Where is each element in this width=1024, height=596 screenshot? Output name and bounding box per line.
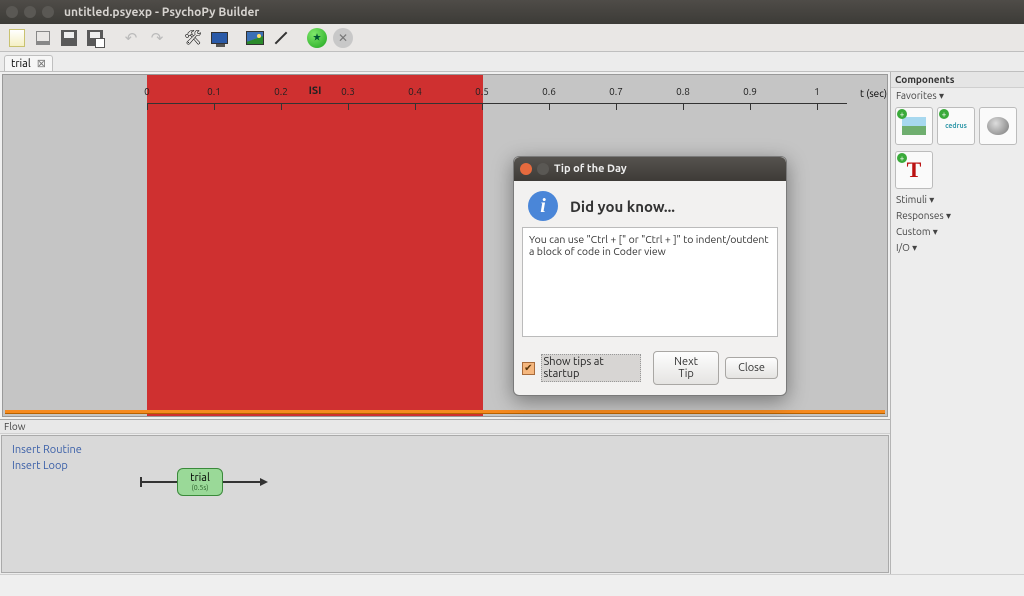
timeline-tick-label: 0.9 (743, 86, 757, 97)
timeline-tick-label: 0.3 (341, 86, 355, 97)
window-maximize-button[interactable] (42, 6, 54, 18)
dialog-body-text: You can use "Ctrl + [" or "Ctrl + ]" to … (522, 227, 778, 337)
main-toolbar: ↶ ↷ 🛠 ⭑ ✕ (0, 24, 1024, 52)
add-badge-icon: + (939, 109, 949, 119)
dialog-heading: Did you know... (570, 198, 675, 215)
dialog-minimize-button[interactable] (537, 163, 549, 175)
redo-button[interactable]: ↷ (146, 27, 168, 49)
monitor-center-button[interactable] (208, 27, 230, 49)
timeline-tick-label: 0.4 (408, 86, 422, 97)
stimuli-section-label[interactable]: Stimuli ▾ (891, 192, 1024, 208)
flow-node-label: trial (190, 472, 210, 484)
timeline-tick (683, 104, 684, 110)
timeline-tick-label: 1 (814, 86, 820, 97)
component-cedrus[interactable]: + cedrus (937, 107, 975, 145)
timeline-tick (549, 104, 550, 110)
preferences-button[interactable]: 🛠 (182, 27, 204, 49)
io-section-label[interactable]: I/O ▾ (891, 240, 1024, 256)
timeline-tick-label: 0.8 (676, 86, 690, 97)
undo-button[interactable]: ↶ (120, 27, 142, 49)
save-as-button[interactable] (84, 27, 106, 49)
timeline-tick-label: 0.5 (475, 86, 489, 97)
text-component-icon: T (907, 157, 922, 183)
info-icon: i (528, 191, 558, 221)
timeline-tick (482, 104, 483, 110)
favorites-section-label[interactable]: Favorites ▾ (891, 88, 1024, 104)
run-icon: ⭑ (307, 28, 327, 48)
dialog-close-titlebar-button[interactable] (520, 163, 532, 175)
close-button[interactable]: Close (725, 357, 778, 379)
stop-button[interactable]: ✕ (332, 27, 354, 49)
stop-icon: ✕ (333, 28, 353, 48)
tab-close-icon[interactable]: ⊠ (37, 57, 46, 70)
insert-loop-link[interactable]: Insert Loop (12, 460, 68, 472)
routine-tabs: trial ⊠ (0, 52, 1024, 72)
add-badge-icon: + (897, 109, 907, 119)
flow-node-trial[interactable]: trial (0.5s) (177, 468, 223, 496)
timeline-tick-label: 0 (144, 86, 150, 97)
routine-scrollbar[interactable] (5, 410, 885, 414)
window-close-button[interactable] (6, 6, 18, 18)
timeline-axis: t (sec) 00.10.20.30.40.50.60.70.80.91 (147, 103, 847, 127)
flow-node-duration: (0.5s) (192, 484, 209, 492)
timeline-unit-label: t (sec) (860, 88, 887, 99)
components-header: Components (891, 72, 1024, 88)
edit-image-button[interactable] (244, 27, 266, 49)
save-button[interactable] (58, 27, 80, 49)
components-panel: Components Favorites ▾ + +cedrus +T Stim… (890, 72, 1024, 574)
tip-of-the-day-dialog: Tip of the Day i Did you know... You can… (513, 156, 787, 396)
timeline-tick-label: 0.6 (542, 86, 556, 97)
show-tips-checkbox[interactable]: ✔ (522, 362, 535, 375)
timeline-tick (817, 104, 818, 110)
window-titlebar: untitled.psyexp - PsychoPy Builder (0, 0, 1024, 24)
save-as-icon (87, 30, 103, 46)
timeline-tick (616, 104, 617, 110)
custom-section-label[interactable]: Custom ▾ (891, 224, 1024, 240)
undo-icon: ↶ (125, 29, 138, 47)
timeline-tick-label: 0.7 (609, 86, 623, 97)
timeline-tick (147, 104, 148, 110)
component-image[interactable]: + (895, 107, 933, 145)
redo-icon: ↷ (151, 29, 164, 47)
timeline-tick (348, 104, 349, 110)
open-button[interactable] (32, 27, 54, 49)
tab-label: trial (11, 58, 31, 70)
timeline-tick (750, 104, 751, 110)
timeline-tick (415, 104, 416, 110)
dialog-title: Tip of the Day (554, 163, 627, 175)
monitor-icon (211, 32, 228, 44)
image-component-icon (902, 117, 926, 135)
isi-label: ISI (309, 85, 322, 97)
show-tips-label: Show tips at startup (541, 354, 642, 382)
image-icon (246, 31, 264, 45)
timeline-tick-label: 0.1 (207, 86, 221, 97)
dialog-titlebar[interactable]: Tip of the Day (514, 157, 786, 181)
next-tip-button[interactable]: Next Tip (653, 351, 719, 385)
window-minimize-button[interactable] (24, 6, 36, 18)
new-button[interactable] (6, 27, 28, 49)
timeline-tick (281, 104, 282, 110)
wand-icon (275, 31, 288, 44)
add-badge-icon: + (897, 153, 907, 163)
timeline-tick-label: 0.2 (274, 86, 288, 97)
tab-trial[interactable]: trial ⊠ (4, 55, 53, 71)
flow-panel: Flow Insert Routine Insert Loop trial (0… (0, 419, 890, 574)
window-title: untitled.psyexp - PsychoPy Builder (64, 6, 259, 19)
open-file-icon (36, 31, 50, 45)
status-bar (0, 574, 1024, 596)
run-button[interactable]: ⭑ (306, 27, 328, 49)
component-text[interactable]: +T (895, 151, 933, 189)
insert-routine-link[interactable]: Insert Routine (12, 444, 82, 456)
cedrus-component-icon: cedrus (945, 122, 967, 130)
timeline-tick (214, 104, 215, 110)
component-aperture[interactable] (979, 107, 1017, 145)
responses-section-label[interactable]: Responses ▾ (891, 208, 1024, 224)
compile-script-button[interactable] (270, 27, 292, 49)
flow-panel-header: Flow (0, 420, 890, 434)
save-icon (61, 30, 77, 46)
new-file-icon (9, 29, 25, 47)
aperture-component-icon (987, 117, 1009, 135)
tools-icon: 🛠 (184, 29, 202, 46)
